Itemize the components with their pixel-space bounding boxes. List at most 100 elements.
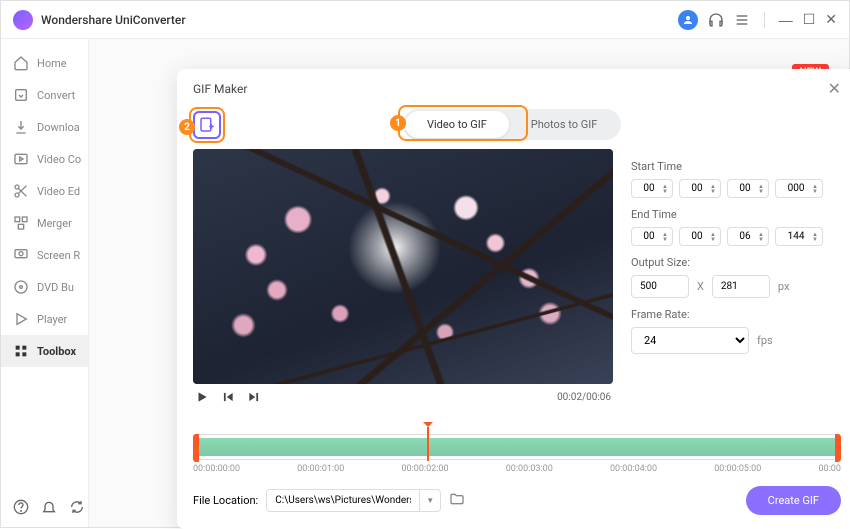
sidebar-item-download[interactable]: Downloa — [1, 111, 88, 143]
end-seconds-input[interactable] — [732, 231, 758, 242]
add-file-button[interactable] — [193, 111, 221, 139]
modal-close-button[interactable]: ✕ — [828, 79, 841, 99]
sidebar-item-merger[interactable]: Merger — [1, 207, 88, 239]
end-minutes-input[interactable] — [684, 231, 710, 242]
end-ms-stepper[interactable]: ▲▼ — [775, 227, 823, 246]
tab-group: Video to GIF Photos to GIF — [403, 109, 621, 140]
start-time-label: Start Time — [631, 160, 841, 173]
timeline: 00:00:00:00 00:00:01:00 00:00:02:00 00:0… — [193, 434, 841, 474]
stepper-arrows-icon[interactable]: ▲▼ — [710, 184, 716, 194]
start-hours-input[interactable] — [636, 183, 662, 194]
start-seconds-stepper[interactable]: ▲▼ — [727, 179, 769, 198]
grid-icon — [13, 343, 29, 359]
prev-frame-button[interactable] — [221, 390, 235, 404]
end-ms-input[interactable] — [780, 231, 812, 242]
home-icon — [13, 55, 29, 71]
sidebar-item-label: Merger — [37, 217, 72, 230]
menu-icon[interactable] — [734, 12, 750, 28]
maximize-button[interactable]: ☐ — [803, 11, 816, 28]
tab-video-to-gif[interactable]: Video to GIF — [405, 111, 509, 138]
playhead[interactable] — [427, 427, 429, 461]
frame-rate-select[interactable]: 24 — [631, 327, 749, 354]
sidebar-item-label: Player — [37, 313, 67, 326]
scissors-icon — [13, 183, 29, 199]
tick-label: 00:00:02:00 — [402, 464, 449, 474]
stepper-arrows-icon[interactable]: ▲▼ — [710, 232, 716, 242]
settings-panel: Start Time ▲▼ ▲▼ ▲▼ ▲▼ End Time ▲▼ ▲▼ ▲▼… — [631, 149, 841, 428]
sidebar-item-convert[interactable]: Convert — [1, 79, 88, 111]
video-preview[interactable] — [193, 149, 613, 384]
start-seconds-input[interactable] — [732, 183, 758, 194]
tick-label: 00:00:01:00 — [297, 464, 344, 474]
start-hours-stepper[interactable]: ▲▼ — [631, 179, 673, 198]
start-ms-input[interactable] — [780, 183, 812, 194]
add-file-icon — [198, 116, 216, 134]
tick-label: 00:00 — [819, 464, 841, 474]
sidebar-item-label: Toolbox — [37, 345, 76, 358]
end-hours-input[interactable] — [636, 231, 662, 242]
stepper-arrows-icon[interactable]: ▲▼ — [812, 184, 818, 194]
tick-label: 00:00:05:00 — [714, 464, 761, 474]
sidebar-item-label: Convert — [37, 89, 75, 102]
title-bar: Wondershare UniConverter — ☐ ✕ — [1, 1, 849, 39]
modal-title: GIF Maker — [193, 82, 247, 96]
gif-maker-modal: GIF Maker ✕ 2 Video to GIF Photos to GIF… — [177, 69, 850, 529]
help-icon[interactable] — [13, 499, 29, 515]
stepper-arrows-icon[interactable]: ▲▼ — [758, 184, 764, 194]
sidebar-item-video-compress[interactable]: Video Co — [1, 143, 88, 175]
file-location-input[interactable] — [267, 490, 419, 511]
next-frame-button[interactable] — [247, 390, 261, 404]
sidebar-item-toolbox[interactable]: Toolbox — [1, 335, 88, 367]
open-folder-button[interactable] — [449, 491, 465, 510]
app-title: Wondershare UniConverter — [41, 13, 186, 27]
output-size-label: Output Size: — [631, 256, 841, 269]
tick-label: 00:00:03:00 — [506, 464, 553, 474]
timeline-ticks: 00:00:00:00 00:00:01:00 00:00:02:00 00:0… — [193, 464, 841, 474]
rate-unit: fps — [757, 334, 773, 347]
sidebar-item-player[interactable]: Player — [1, 303, 88, 335]
tick-label: 00:00:00:00 — [193, 464, 240, 474]
start-minutes-input[interactable] — [684, 183, 710, 194]
callout-1: 1 — [390, 115, 406, 131]
start-minutes-stepper[interactable]: ▲▼ — [679, 179, 721, 198]
timeline-track[interactable] — [193, 434, 841, 460]
sidebar-item-label: Downloa — [37, 121, 80, 134]
sidebar-item-label: Home — [37, 57, 67, 70]
height-input[interactable] — [712, 275, 770, 298]
screen-record-icon — [13, 247, 29, 263]
callout-2: 2 — [179, 119, 195, 135]
stepper-arrows-icon[interactable]: ▲▼ — [662, 232, 668, 242]
sidebar-item-dvd-burner[interactable]: DVD Bu — [1, 271, 88, 303]
create-gif-button[interactable]: Create GIF — [746, 486, 841, 515]
close-button[interactable]: ✕ — [825, 11, 837, 28]
stepper-arrows-icon[interactable]: ▲▼ — [662, 184, 668, 194]
sidebar-item-video-edit[interactable]: Video Ed — [1, 175, 88, 207]
account-icon[interactable] — [678, 10, 698, 30]
stepper-arrows-icon[interactable]: ▲▼ — [758, 232, 764, 242]
end-minutes-stepper[interactable]: ▲▼ — [679, 227, 721, 246]
sidebar-item-label: Video Co — [37, 153, 81, 166]
tab-photos-to-gif[interactable]: Photos to GIF — [509, 111, 620, 138]
sidebar-item-home[interactable]: Home — [1, 47, 88, 79]
play-button[interactable] — [195, 390, 209, 404]
size-unit: px — [778, 280, 790, 293]
support-icon[interactable] — [708, 12, 724, 28]
convert-icon — [13, 87, 29, 103]
end-seconds-stepper[interactable]: ▲▼ — [727, 227, 769, 246]
sidebar-item-screen-recorder[interactable]: Screen R — [1, 239, 88, 271]
file-location-dropdown[interactable]: ▼ — [419, 490, 440, 511]
bell-icon[interactable] — [41, 499, 57, 515]
width-input[interactable] — [631, 275, 689, 298]
start-ms-stepper[interactable]: ▲▼ — [775, 179, 823, 198]
end-hours-stepper[interactable]: ▲▼ — [631, 227, 673, 246]
trim-handle-right[interactable] — [835, 434, 841, 462]
sidebar-item-label: Screen R — [37, 249, 80, 262]
content-area: NEW editing os or CD. GIF Maker ✕ 2 Vide… — [89, 39, 849, 527]
frame-rate-label: Frame Rate: — [631, 308, 841, 321]
minimize-button[interactable]: — — [779, 12, 793, 28]
end-time-label: End Time — [631, 208, 841, 221]
refresh-icon[interactable] — [69, 499, 85, 515]
stepper-arrows-icon[interactable]: ▲▼ — [812, 232, 818, 242]
trim-handle-left[interactable] — [193, 434, 199, 462]
file-location-label: File Location: — [193, 494, 258, 507]
